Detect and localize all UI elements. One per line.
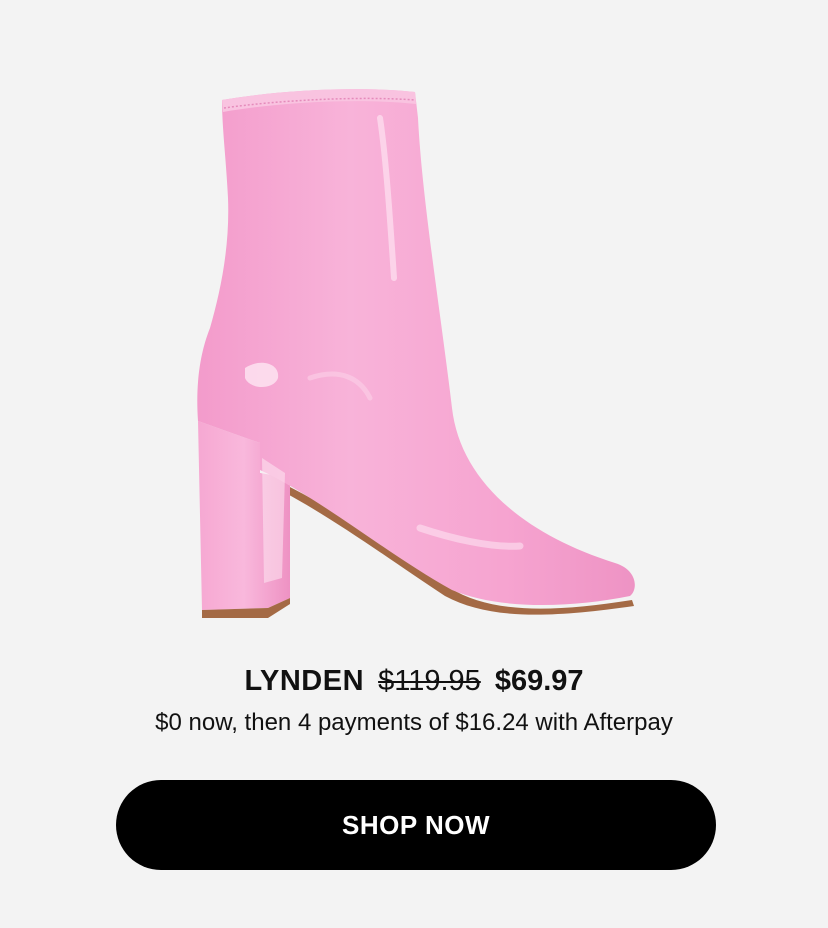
afterpay-installment-text: $0 now, then 4 payments of $16.24 with A… (155, 709, 673, 736)
shop-now-button[interactable]: SHOP NOW (116, 780, 716, 870)
pink-boot-product-image[interactable] (190, 78, 640, 628)
product-card: LYNDEN $119.95 $69.97 $0 now, then 4 pay… (0, 0, 828, 928)
product-name[interactable]: LYNDEN (244, 665, 364, 697)
original-price: $119.95 (378, 665, 481, 697)
product-title-line: LYNDEN $119.95 $69.97 (0, 661, 828, 701)
sale-price: $69.97 (494, 665, 584, 697)
